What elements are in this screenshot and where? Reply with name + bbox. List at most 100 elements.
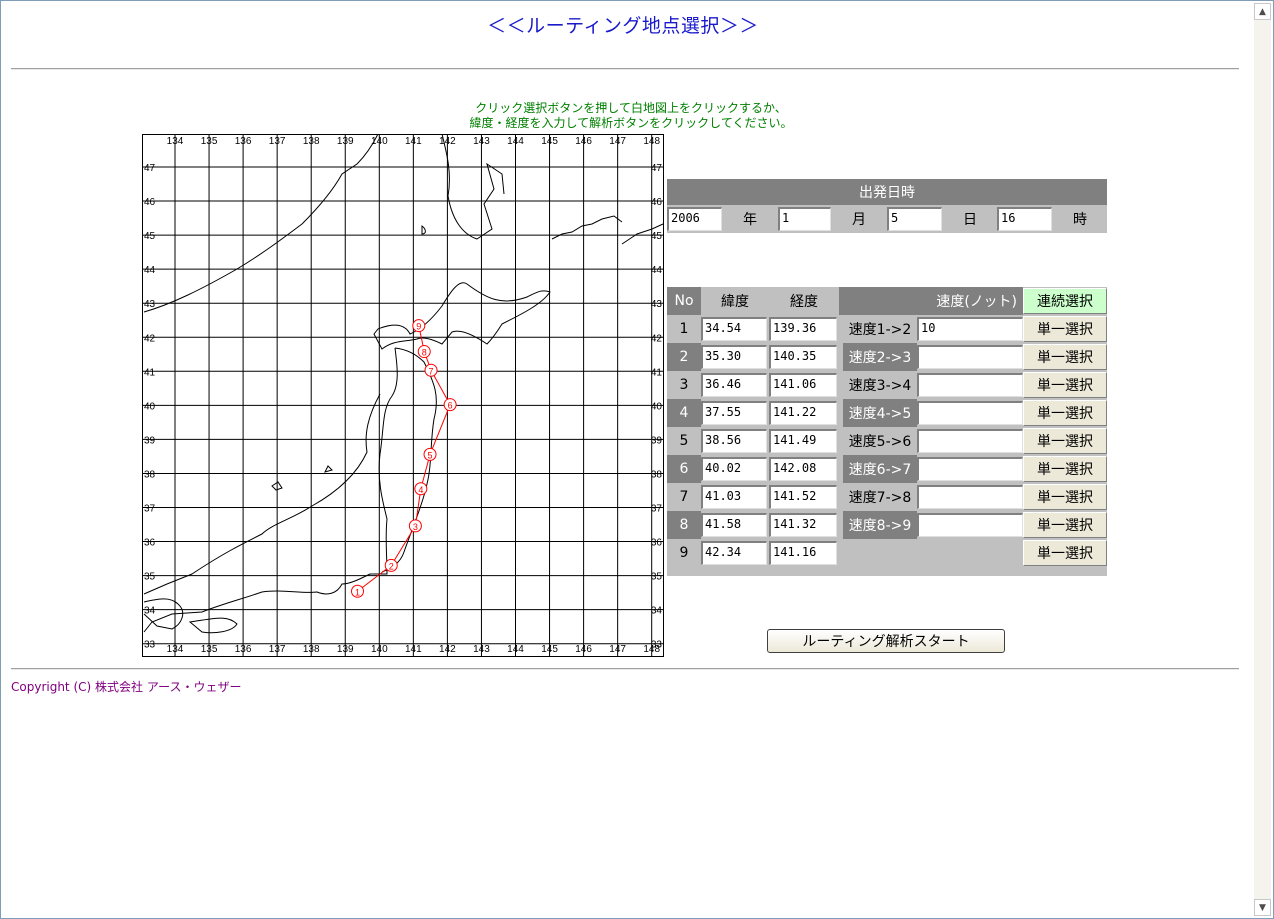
lon-tick-label: 134 bbox=[167, 136, 184, 147]
lon-tick-label: 141 bbox=[405, 136, 422, 147]
speed-input[interactable] bbox=[917, 401, 1023, 425]
lon-tick-label: 147 bbox=[609, 136, 626, 147]
row-no: 1 bbox=[667, 315, 701, 343]
route-point-number: 4 bbox=[418, 485, 423, 495]
lat-input[interactable]: 37.55 bbox=[701, 401, 767, 425]
year-unit: 年 bbox=[743, 212, 757, 228]
instruction-line-1: クリック選択ボタンを押して白地図上をクリックするか、 bbox=[475, 101, 787, 115]
hour-input[interactable]: 16 bbox=[997, 207, 1052, 231]
lon-input[interactable]: 142.08 bbox=[769, 457, 837, 481]
copyright: Copyright (C) 株式会社 アース・ウェザー bbox=[11, 680, 242, 694]
lon-input[interactable]: 141.49 bbox=[769, 429, 837, 453]
lat-input[interactable]: 41.03 bbox=[701, 485, 767, 509]
instruction-line-2: 緯度・経度を入力して解析ボタンをクリックしてください。 bbox=[469, 116, 793, 130]
lon-tick-label: 135 bbox=[201, 644, 218, 655]
day-input[interactable]: 5 bbox=[887, 207, 942, 231]
lat-tick-label: 36 bbox=[144, 538, 156, 549]
single-select-button[interactable]: 単一選択 bbox=[1023, 456, 1107, 482]
row-no: 6 bbox=[667, 455, 701, 483]
lon-tick-label: 144 bbox=[507, 136, 524, 147]
lon-tick-label: 142 bbox=[439, 644, 456, 655]
lat-tick-label: 40 bbox=[651, 401, 663, 412]
lat-tick-label: 39 bbox=[144, 435, 156, 446]
lat-input[interactable]: 41.58 bbox=[701, 513, 767, 537]
lat-tick-label: 42 bbox=[144, 333, 156, 344]
scroll-down-icon[interactable]: ▼ bbox=[1254, 899, 1271, 916]
single-select-button[interactable]: 単一選択 bbox=[1023, 540, 1107, 566]
route-point-number: 5 bbox=[428, 450, 433, 460]
row-no: 8 bbox=[667, 511, 701, 539]
lon-input[interactable]: 141.06 bbox=[769, 373, 837, 397]
lat-tick-label: 40 bbox=[144, 401, 156, 412]
lat-tick-label: 35 bbox=[651, 572, 663, 583]
lon-input[interactable]: 141.32 bbox=[769, 513, 837, 537]
row-no: 9 bbox=[667, 539, 701, 567]
lon-tick-label: 145 bbox=[541, 136, 558, 147]
lat-input[interactable]: 36.46 bbox=[701, 373, 767, 397]
instructions: クリック選択ボタンを押して白地図上をクリックするか、 緯度・経度を入力して解析ボ… bbox=[381, 101, 881, 131]
lat-input[interactable]: 34.54 bbox=[701, 317, 767, 341]
lat-input[interactable]: 40.02 bbox=[701, 457, 767, 481]
col-lat-header: 緯度 bbox=[701, 287, 769, 315]
speed-label: 速度5->6 bbox=[843, 427, 917, 455]
lon-tick-label: 143 bbox=[473, 644, 490, 655]
lat-tick-label: 47 bbox=[144, 163, 156, 174]
route-point-number: 2 bbox=[389, 561, 394, 571]
lon-tick-label: 138 bbox=[303, 644, 320, 655]
single-select-button[interactable]: 単一選択 bbox=[1023, 400, 1107, 426]
hour-unit: 時 bbox=[1073, 212, 1087, 228]
continuous-select-button[interactable]: 連続選択 bbox=[1023, 288, 1107, 314]
lat-tick-label: 44 bbox=[144, 265, 156, 276]
lat-tick-label: 47 bbox=[651, 163, 663, 174]
lat-tick-label: 36 bbox=[651, 538, 663, 549]
year-input[interactable]: 2006 bbox=[667, 207, 722, 231]
lon-tick-label: 135 bbox=[201, 136, 218, 147]
month-input[interactable]: 1 bbox=[778, 207, 831, 231]
row-no: 2 bbox=[667, 343, 701, 371]
route-map[interactable]: 134 134 135 135 136 136 137 137 138 138 139 139 140 1… bbox=[142, 134, 664, 657]
lon-tick-label: 139 bbox=[337, 644, 354, 655]
lat-tick-label: 35 bbox=[144, 572, 156, 583]
lon-input[interactable]: 141.16 bbox=[769, 541, 837, 565]
lon-tick-label: 139 bbox=[337, 136, 354, 147]
speed-label: 速度2->3 bbox=[843, 343, 917, 371]
col-no-header: No bbox=[667, 287, 701, 315]
single-select-button[interactable]: 単一選択 bbox=[1023, 428, 1107, 454]
speed-input[interactable] bbox=[917, 429, 1023, 453]
lat-input[interactable]: 38.56 bbox=[701, 429, 767, 453]
scroll-up-icon[interactable]: ▲ bbox=[1254, 3, 1271, 20]
single-select-button[interactable]: 単一選択 bbox=[1023, 372, 1107, 398]
speed-input[interactable]: 10 bbox=[917, 317, 1023, 341]
lon-tick-label: 146 bbox=[575, 136, 592, 147]
lat-tick-label: 38 bbox=[144, 469, 156, 480]
lon-input[interactable]: 140.35 bbox=[769, 345, 837, 369]
col-lon-header: 経度 bbox=[769, 287, 839, 315]
lat-input[interactable]: 35.30 bbox=[701, 345, 767, 369]
lat-tick-label: 44 bbox=[651, 265, 663, 276]
single-select-button[interactable]: 単一選択 bbox=[1023, 316, 1107, 342]
col-speed-header: 速度(ノット) bbox=[839, 287, 1023, 315]
lat-tick-label: 38 bbox=[651, 469, 663, 480]
lon-tick-label: 138 bbox=[303, 136, 320, 147]
single-select-button[interactable]: 単一選択 bbox=[1023, 344, 1107, 370]
lon-tick-label: 144 bbox=[507, 644, 524, 655]
speed-input[interactable] bbox=[917, 345, 1023, 369]
speed-label: 速度1->2 bbox=[843, 315, 917, 343]
speed-input[interactable] bbox=[917, 513, 1023, 537]
speed-input[interactable] bbox=[917, 373, 1023, 397]
speed-input[interactable] bbox=[917, 457, 1023, 481]
speed-label: 速度3->4 bbox=[843, 371, 917, 399]
lon-input[interactable]: 141.52 bbox=[769, 485, 837, 509]
speed-input[interactable] bbox=[917, 485, 1023, 509]
vertical-scrollbar[interactable]: ▲ ▼ bbox=[1254, 3, 1271, 916]
lat-input[interactable]: 42.34 bbox=[701, 541, 767, 565]
lon-input[interactable]: 139.36 bbox=[769, 317, 837, 341]
lat-tick-label: 43 bbox=[651, 299, 663, 310]
start-analysis-button[interactable]: ルーティング解析スタート bbox=[767, 629, 1005, 653]
lon-tick-label: 136 bbox=[235, 644, 252, 655]
single-select-button[interactable]: 単一選択 bbox=[1023, 512, 1107, 538]
route-points-table: No 緯度 経度 速度(ノット) 連続選択 1 34.54 139.36 速度1->2… bbox=[667, 287, 1107, 576]
single-select-button[interactable]: 単一選択 bbox=[1023, 484, 1107, 510]
lon-tick-label: 141 bbox=[405, 644, 422, 655]
lon-input[interactable]: 141.22 bbox=[769, 401, 837, 425]
